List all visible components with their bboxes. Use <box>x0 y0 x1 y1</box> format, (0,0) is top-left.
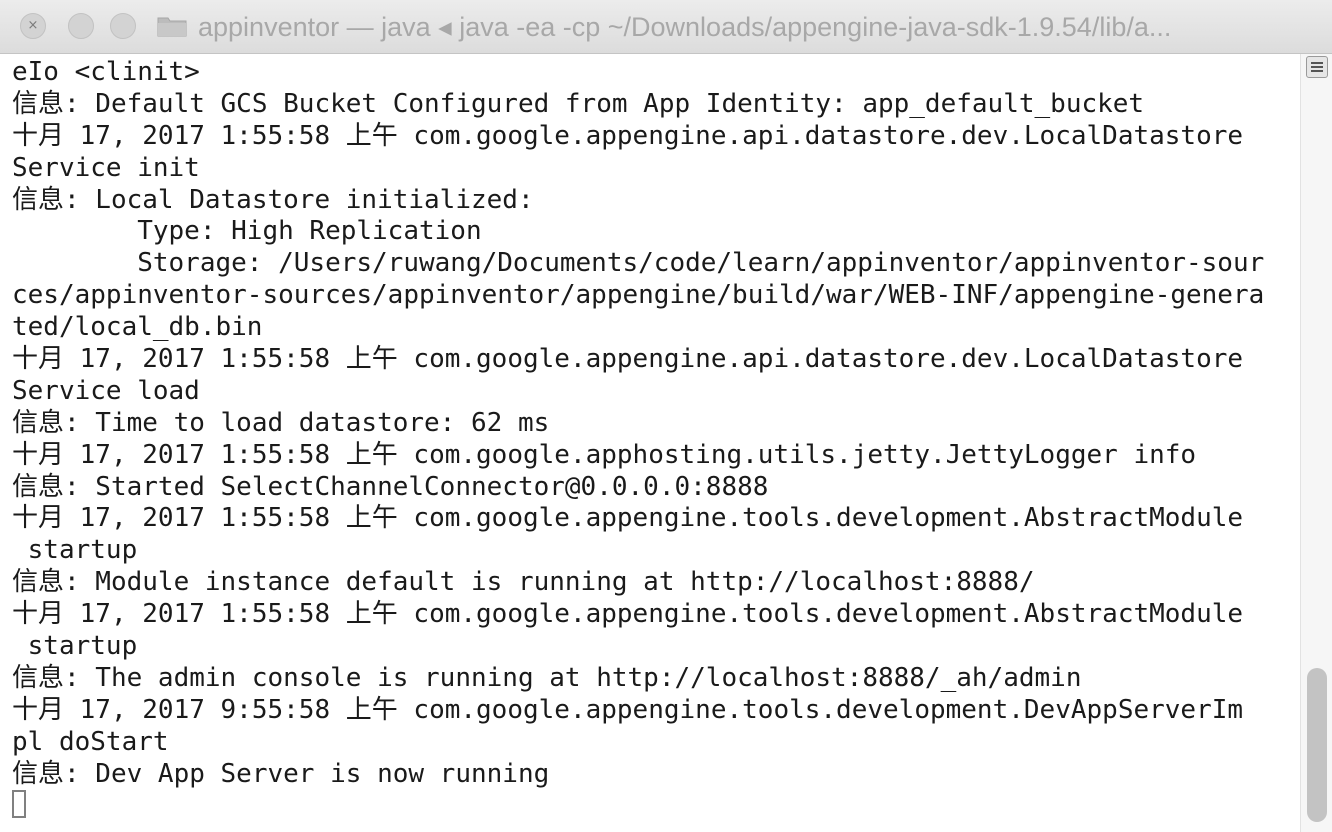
menu-icon[interactable] <box>1306 56 1328 78</box>
terminal-line: 十月 17, 2017 1:55:58 上午 com.google.appeng… <box>12 120 1244 151</box>
terminal-line: 十月 17, 2017 9:55:58 上午 com.google.appeng… <box>12 694 1244 725</box>
cursor-icon <box>12 790 26 819</box>
terminal-output[interactable]: eIo <clinit> 信息: Default GCS Bucket Confi… <box>0 57 1300 832</box>
terminal-line: 信息: Dev App Server is now running <box>12 758 550 789</box>
terminal-line: pl doStart <box>12 726 169 757</box>
scrollbar-thumb[interactable] <box>1307 668 1327 822</box>
terminal-line: ted/local_db.bin <box>12 312 263 343</box>
zoom-icon[interactable] <box>110 13 136 39</box>
terminal-line: 十月 17, 2017 1:55:58 上午 com.google.appeng… <box>12 599 1244 630</box>
terminal-line: Storage: /Users/ruwang/Documents/code/le… <box>12 248 1265 279</box>
terminal-window: × appinventor — java ◂ java -ea -cp ~/Do… <box>0 0 1332 832</box>
terminal-line: 十月 17, 2017 1:55:58 上午 com.google.appeng… <box>12 503 1244 534</box>
terminal-line: 信息: The admin console is running at http… <box>12 662 1082 693</box>
terminal-line: 信息: Default GCS Bucket Configured from A… <box>12 88 1145 119</box>
terminal-line: eIo <clinit> <box>12 57 200 87</box>
terminal-line: Service init <box>12 152 200 183</box>
terminal-line: 信息: Module instance default is running a… <box>12 567 1035 598</box>
folder-icon <box>157 17 187 37</box>
terminal-line: Service load <box>12 375 200 406</box>
minimize-icon[interactable] <box>68 13 94 39</box>
terminal-line: 信息: Time to load datastore: 62 ms <box>12 407 550 438</box>
title-bar[interactable]: × appinventor — java ◂ java -ea -cp ~/Do… <box>0 0 1332 54</box>
terminal-line: ces/appinventor-sources/appinventor/appe… <box>12 280 1265 311</box>
menu-bar-3 <box>1311 70 1323 72</box>
terminal-lines: eIo <clinit> 信息: Default GCS Bucket Confi… <box>12 57 1300 790</box>
terminal-line: 信息: Started SelectChannelConnector@0.0.0… <box>12 471 769 502</box>
terminal-line: startup <box>12 631 138 662</box>
menu-bar-2 <box>1311 66 1323 68</box>
terminal-line: Type: High Replication <box>12 216 482 247</box>
terminal-line: 信息: Local Datastore initialized: <box>12 184 534 215</box>
close-icon[interactable]: × <box>20 13 46 39</box>
terminal-line: startup <box>12 535 138 566</box>
menu-bar-1 <box>1311 62 1323 64</box>
window-title: appinventor — java ◂ java -ea -cp ~/Down… <box>198 12 1172 42</box>
prompt-line <box>12 790 1300 822</box>
terminal-line: 十月 17, 2017 1:55:58 上午 com.google.apphos… <box>12 439 1197 470</box>
close-glyph: × <box>27 18 39 33</box>
terminal-line: 十月 17, 2017 1:55:58 上午 com.google.appeng… <box>12 344 1244 375</box>
